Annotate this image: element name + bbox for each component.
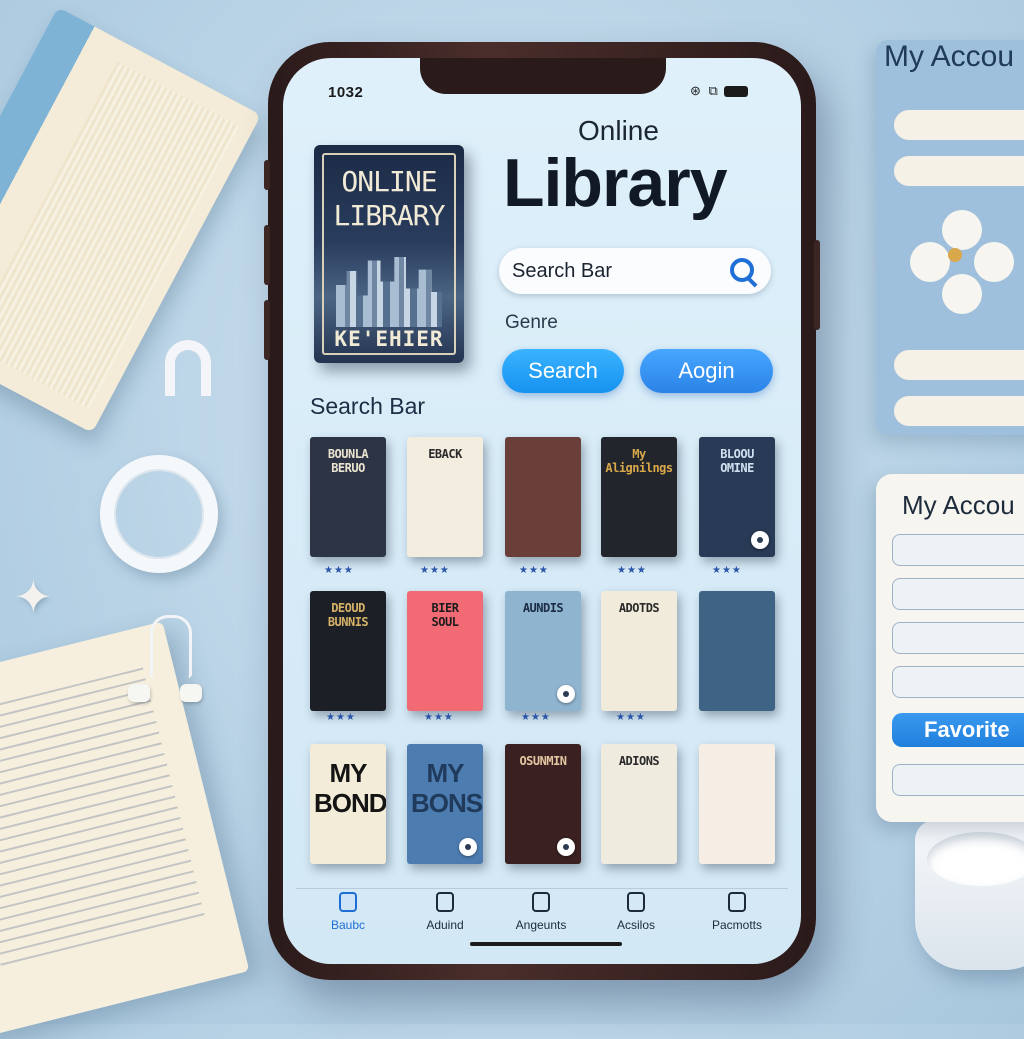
battery-icon bbox=[723, 86, 748, 98]
book-title: ADIONS bbox=[618, 754, 660, 768]
tab-aduind[interactable]: Aduind bbox=[400, 892, 490, 932]
book-cover[interactable]: My Alignilngs bbox=[601, 437, 677, 557]
book-cover[interactable] bbox=[699, 591, 775, 711]
book-title: BIER SOUL bbox=[431, 601, 459, 629]
rating-stars: ★★★ bbox=[521, 712, 551, 723]
rating-stars: ★★★ bbox=[616, 712, 646, 723]
account-panel-line bbox=[894, 156, 1024, 186]
tab-pacmotts[interactable]: Pacmotts bbox=[692, 892, 782, 932]
account-field[interactable] bbox=[892, 534, 1024, 566]
account-panel-line bbox=[894, 350, 1024, 380]
tab-icon bbox=[339, 892, 357, 912]
genre-filter[interactable]: Genre bbox=[505, 312, 558, 334]
search-button[interactable]: Search bbox=[502, 349, 624, 393]
decor-open-book bbox=[0, 621, 250, 1039]
phone-side-button bbox=[264, 160, 270, 190]
rating-stars: ★★★ bbox=[324, 565, 354, 576]
play-dot-icon[interactable] bbox=[557, 685, 575, 703]
decor-magnet bbox=[165, 340, 211, 396]
book-cover[interactable]: OSUNMIN bbox=[505, 744, 581, 864]
signal-icon: ⊛ ⧉ bbox=[690, 83, 720, 98]
decor-bead bbox=[180, 684, 202, 702]
book-cover[interactable]: BLOOU OMINE bbox=[699, 437, 775, 557]
status-icons: ⊛ ⧉ bbox=[690, 83, 748, 99]
account-panel-back-title: My Accou bbox=[884, 40, 1015, 73]
book-title: MY BONDS bbox=[314, 758, 386, 818]
account-field[interactable] bbox=[892, 666, 1024, 698]
book-title: AUNDIS bbox=[522, 601, 564, 615]
book-cover[interactable]: ADIONS bbox=[601, 744, 677, 864]
featured-book-cover[interactable]: ONLINE LIBRARY KE'EHIER bbox=[314, 145, 464, 363]
decor-bead bbox=[128, 684, 150, 702]
decor-clip bbox=[150, 615, 192, 678]
book-title: EBACK bbox=[428, 447, 462, 461]
account-panel-line bbox=[894, 110, 1024, 140]
tab-baubc[interactable]: Baubc bbox=[303, 892, 393, 932]
decor-star-icon: ✦ bbox=[14, 571, 53, 623]
search-icon[interactable] bbox=[730, 258, 754, 282]
rating-stars: ★★★ bbox=[712, 565, 742, 576]
book-cover[interactable] bbox=[699, 744, 775, 864]
favorite-button[interactable]: Favorite bbox=[892, 713, 1024, 747]
book-cover[interactable]: BIER SOUL bbox=[407, 591, 483, 711]
phone-notch bbox=[420, 58, 666, 94]
book-cover[interactable]: EBACK bbox=[407, 437, 483, 557]
tab-label: Angeunts bbox=[515, 918, 567, 932]
app-title: Library bbox=[503, 145, 728, 221]
search-placeholder: Search Bar bbox=[512, 260, 613, 282]
tab-label: Aduind bbox=[426, 918, 464, 932]
featured-book-title: ONLINE LIBRARY bbox=[333, 165, 445, 232]
status-time: 1032 bbox=[328, 84, 364, 101]
tab-label: Acsilos bbox=[616, 918, 655, 932]
decor-ring bbox=[100, 455, 218, 573]
skyline-illustration bbox=[336, 257, 442, 327]
section-label: Search Bar bbox=[310, 393, 426, 419]
book-cover[interactable]: AUNDIS bbox=[505, 591, 581, 711]
featured-book-author: KE'EHIER bbox=[334, 327, 444, 351]
tab-icon bbox=[436, 892, 454, 912]
decor-cup bbox=[915, 820, 1024, 970]
phone-side-button bbox=[264, 300, 270, 360]
book-title: OSUNMIN bbox=[519, 754, 567, 768]
book-title: DEOUD BUNNIS bbox=[327, 601, 369, 629]
book-title: ADOTDS bbox=[618, 601, 660, 615]
account-panel-line bbox=[894, 396, 1024, 426]
phone-power-button bbox=[814, 240, 820, 330]
book-title: MY BONS bbox=[411, 758, 483, 818]
tab-acsilos[interactable]: Acsilos bbox=[591, 892, 681, 932]
book-cover[interactable]: ADOTDS bbox=[601, 591, 677, 711]
account-field[interactable] bbox=[892, 764, 1024, 796]
decor-book-top bbox=[0, 7, 262, 433]
home-indicator bbox=[470, 942, 622, 946]
account-field[interactable] bbox=[892, 578, 1024, 610]
play-dot-icon[interactable] bbox=[751, 531, 769, 549]
tab-icon bbox=[627, 892, 645, 912]
rating-stars: ★★★ bbox=[519, 565, 549, 576]
account-panel-front-title: My Accou bbox=[902, 490, 1015, 520]
book-cover[interactable]: DEOUD BUNNIS bbox=[310, 591, 386, 711]
rating-stars: ★★★ bbox=[420, 565, 450, 576]
book-title: BOUNLA BERUO bbox=[327, 447, 369, 475]
tab-icon bbox=[728, 892, 746, 912]
rating-stars: ★★★ bbox=[424, 712, 454, 723]
book-cover[interactable]: MY BONS bbox=[407, 744, 483, 864]
account-field[interactable] bbox=[892, 622, 1024, 654]
book-cover[interactable]: BOUNLA BERUO bbox=[310, 437, 386, 557]
book-title: BLOOU OMINE bbox=[720, 447, 754, 475]
phone-side-button bbox=[264, 225, 270, 285]
login-button[interactable]: Aogin bbox=[640, 349, 773, 393]
rating-stars: ★★★ bbox=[326, 712, 356, 723]
tab-label: Baubc bbox=[330, 918, 366, 932]
flower-icon bbox=[910, 210, 1014, 314]
play-dot-icon[interactable] bbox=[459, 838, 477, 856]
tab-icon bbox=[532, 892, 550, 912]
tab-label: Pacmotts bbox=[711, 918, 762, 932]
book-title: My Alignilngs bbox=[605, 447, 673, 475]
book-cover[interactable] bbox=[505, 437, 581, 557]
book-cover[interactable]: MY BONDS bbox=[310, 744, 386, 864]
play-dot-icon[interactable] bbox=[557, 838, 575, 856]
tab-angeunts[interactable]: Angeunts bbox=[496, 892, 586, 932]
rating-stars: ★★★ bbox=[617, 565, 647, 576]
